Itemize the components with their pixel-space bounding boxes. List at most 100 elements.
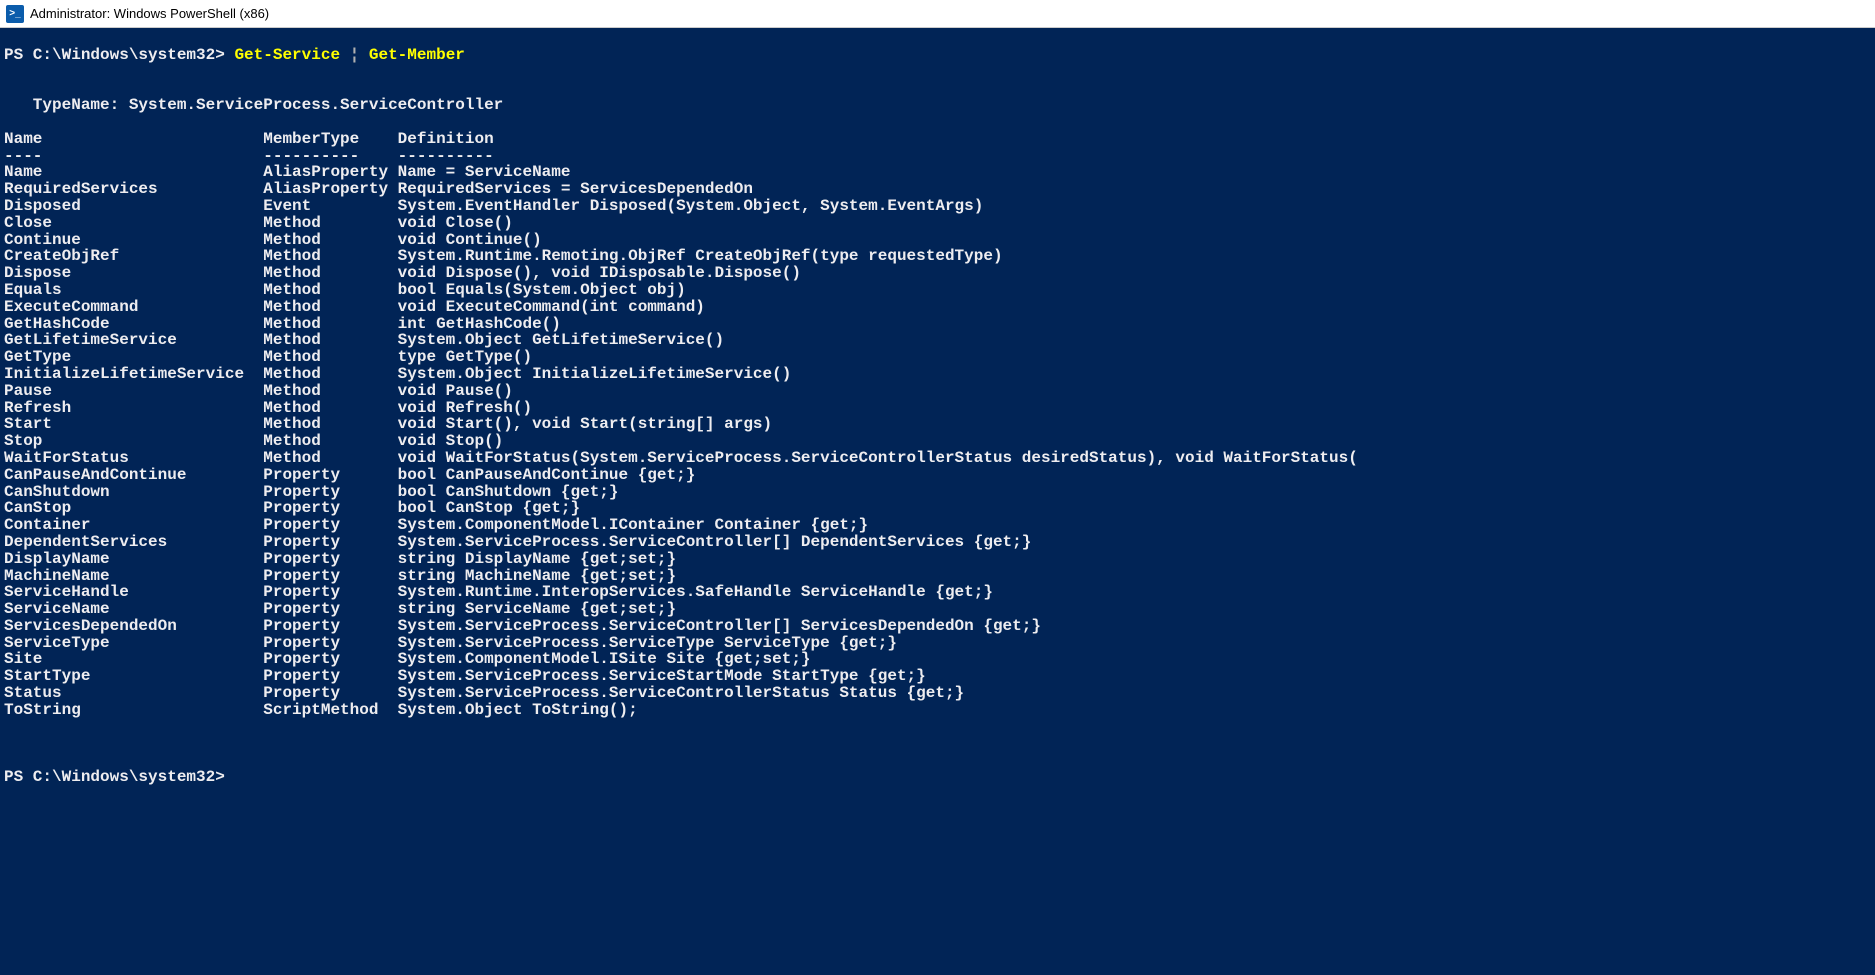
member-row: ServicesDependedOnPropertySystem.Service… <box>4 618 1871 635</box>
member-type: Method <box>263 416 397 433</box>
member-definition: System.EventHandler Disposed(System.Obje… <box>398 198 1871 215</box>
member-definition: Name = ServiceName <box>398 164 1871 181</box>
member-type: Method <box>263 332 397 349</box>
member-name: ServiceHandle <box>4 584 263 601</box>
member-definition: bool CanStop {get;} <box>398 500 1871 517</box>
prompt-line-1: PS C:\Windows\system32> Get-Service ¦ Ge… <box>4 46 465 64</box>
pipe-operator: ¦ <box>340 46 369 64</box>
header-membertype: MemberType <box>263 131 397 148</box>
member-definition: void Close() <box>398 215 1871 232</box>
member-row: StatusPropertySystem.ServiceProcess.Serv… <box>4 685 1871 702</box>
member-name: Equals <box>4 282 263 299</box>
command-get-service: Get-Service <box>234 46 340 64</box>
member-name: InitializeLifetimeService <box>4 366 263 383</box>
member-definition: int GetHashCode() <box>398 316 1871 333</box>
member-name: MachineName <box>4 568 263 585</box>
member-definition: System.Runtime.InteropServices.SafeHandl… <box>398 584 1871 601</box>
member-row: ServiceHandlePropertySystem.Runtime.Inte… <box>4 584 1871 601</box>
member-row: CanShutdownPropertybool CanShutdown {get… <box>4 484 1871 501</box>
member-definition: System.ServiceProcess.ServiceController[… <box>398 534 1871 551</box>
member-definition: System.ServiceProcess.ServiceControllerS… <box>398 685 1871 702</box>
header-definition: Definition <box>398 131 1871 148</box>
member-type: Method <box>263 400 397 417</box>
member-type: Method <box>263 383 397 400</box>
member-row: GetHashCodeMethodint GetHashCode() <box>4 316 1871 333</box>
member-name: Dispose <box>4 265 263 282</box>
member-name: Stop <box>4 433 263 450</box>
member-definition: bool CanShutdown {get;} <box>398 484 1871 501</box>
member-name: Close <box>4 215 263 232</box>
member-name: Disposed <box>4 198 263 215</box>
member-type: Property <box>263 618 397 635</box>
member-row: StartMethodvoid Start(), void Start(stri… <box>4 416 1871 433</box>
member-type: Method <box>263 433 397 450</box>
member-definition: System.Object ToString(); <box>398 702 1871 719</box>
member-type: Property <box>263 551 397 568</box>
member-type: Event <box>263 198 397 215</box>
member-row: DisplayNamePropertystring DisplayName {g… <box>4 551 1871 568</box>
member-definition: void Pause() <box>398 383 1871 400</box>
member-type: Method <box>263 248 397 265</box>
member-name: CanStop <box>4 500 263 517</box>
powershell-icon: >_ <box>6 5 24 23</box>
member-type: Method <box>263 215 397 232</box>
member-type: Method <box>263 366 397 383</box>
prompt-line-2[interactable]: PS C:\Windows\system32> <box>4 768 225 786</box>
member-name: ServiceType <box>4 635 263 652</box>
member-type: Method <box>263 282 397 299</box>
member-definition: System.ComponentModel.IContainer Contain… <box>398 517 1871 534</box>
member-type: Property <box>263 500 397 517</box>
member-row: ContinueMethodvoid Continue() <box>4 232 1871 249</box>
member-row: GetLifetimeServiceMethodSystem.Object Ge… <box>4 332 1871 349</box>
member-row: StopMethodvoid Stop() <box>4 433 1871 450</box>
member-definition: string ServiceName {get;set;} <box>398 601 1871 618</box>
member-type: Method <box>263 232 397 249</box>
member-row: EqualsMethodbool Equals(System.Object ob… <box>4 282 1871 299</box>
member-type: Property <box>263 635 397 652</box>
member-definition: type GetType() <box>398 349 1871 366</box>
member-name: CanPauseAndContinue <box>4 467 263 484</box>
member-name: DisplayName <box>4 551 263 568</box>
header-underline: ------------------------ <box>4 148 1871 165</box>
member-name: DependentServices <box>4 534 263 551</box>
member-name: Site <box>4 651 263 668</box>
member-name: ServiceName <box>4 601 263 618</box>
member-row: ServiceTypePropertySystem.ServiceProcess… <box>4 635 1871 652</box>
member-type: AliasProperty <box>263 164 397 181</box>
member-definition: System.Object InitializeLifetimeService(… <box>398 366 1871 383</box>
member-type: Method <box>263 349 397 366</box>
member-definition: string DisplayName {get;set;} <box>398 551 1871 568</box>
member-name: GetHashCode <box>4 316 263 333</box>
member-row: GetTypeMethodtype GetType() <box>4 349 1871 366</box>
member-row: RefreshMethodvoid Refresh() <box>4 400 1871 417</box>
member-type: Method <box>263 450 397 467</box>
typename-line: TypeName: System.ServiceProcess.ServiceC… <box>4 96 503 114</box>
member-row: CanStopPropertybool CanStop {get;} <box>4 500 1871 517</box>
underline-type: ---------- <box>263 148 397 165</box>
titlebar[interactable]: >_ Administrator: Windows PowerShell (x8… <box>0 0 1875 28</box>
member-type: Method <box>263 299 397 316</box>
member-definition: System.ServiceProcess.ServiceController[… <box>398 618 1871 635</box>
member-definition: void Refresh() <box>398 400 1871 417</box>
member-type: AliasProperty <box>263 181 397 198</box>
member-definition: System.Object GetLifetimeService() <box>398 332 1871 349</box>
members-list: NameAliasPropertyName = ServiceNameRequi… <box>4 164 1871 718</box>
underline-def: ---------- <box>398 148 1871 165</box>
member-type: Property <box>263 651 397 668</box>
member-row: InitializeLifetimeServiceMethodSystem.Ob… <box>4 366 1871 383</box>
member-row: MachineNamePropertystring MachineName {g… <box>4 568 1871 585</box>
member-name: ServicesDependedOn <box>4 618 263 635</box>
member-name: StartType <box>4 668 263 685</box>
command-get-member: Get-Member <box>369 46 465 64</box>
member-definition: void WaitForStatus(System.ServiceProcess… <box>398 450 1871 467</box>
member-definition: void Continue() <box>398 232 1871 249</box>
member-name: Name <box>4 164 263 181</box>
member-definition: void Stop() <box>398 433 1871 450</box>
member-definition: void Start(), void Start(string[] args) <box>398 416 1871 433</box>
terminal-output[interactable]: PS C:\Windows\system32> Get-Service ¦ Ge… <box>0 28 1875 975</box>
member-name: ToString <box>4 702 263 719</box>
member-definition: System.ServiceProcess.ServiceStartMode S… <box>398 668 1871 685</box>
member-row: CreateObjRefMethodSystem.Runtime.Remotin… <box>4 248 1871 265</box>
member-name: Refresh <box>4 400 263 417</box>
member-definition: System.ServiceProcess.ServiceType Servic… <box>398 635 1871 652</box>
